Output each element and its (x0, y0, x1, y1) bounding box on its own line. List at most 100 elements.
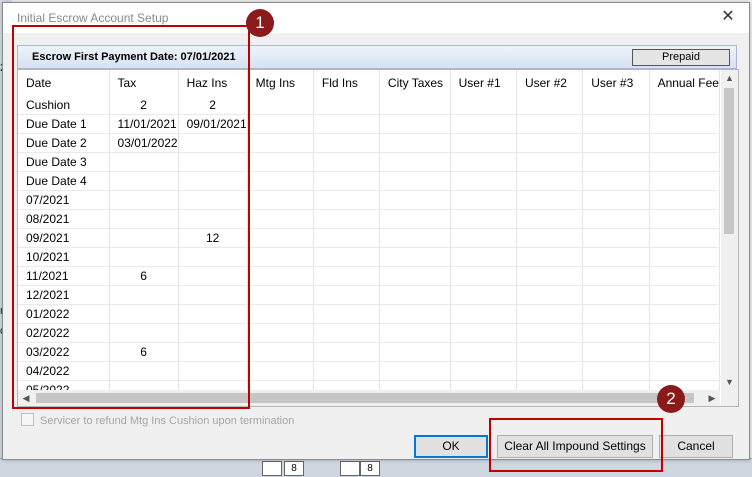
table-cell[interactable] (247, 190, 314, 210)
table-cell[interactable] (450, 190, 517, 210)
table-cell[interactable] (313, 247, 380, 267)
table-cell[interactable] (516, 228, 584, 248)
table-cell[interactable] (649, 114, 720, 134)
table-cell[interactable] (379, 228, 451, 248)
table-cell[interactable] (649, 228, 720, 248)
table-cell[interactable] (379, 171, 451, 191)
table-cell[interactable] (313, 209, 380, 229)
table-cell[interactable] (313, 171, 380, 191)
table-cell[interactable] (450, 247, 517, 267)
column-header[interactable]: User #1 (450, 70, 517, 96)
table-cell[interactable] (247, 96, 314, 115)
table-cell[interactable] (516, 266, 584, 286)
table-cell[interactable] (379, 96, 451, 115)
table-cell[interactable] (379, 304, 451, 324)
table-cell[interactable] (450, 133, 517, 153)
table-cell[interactable] (582, 266, 650, 286)
table-cell[interactable] (582, 380, 650, 390)
column-header[interactable]: Mtg Ins (247, 70, 314, 96)
table-cell[interactable] (313, 380, 380, 390)
table-cell[interactable] (649, 152, 720, 172)
table-cell[interactable] (379, 152, 451, 172)
table-cell[interactable] (379, 323, 451, 343)
table-cell[interactable] (516, 209, 584, 229)
table-cell[interactable] (649, 323, 720, 343)
table-cell[interactable] (582, 228, 650, 248)
table-cell[interactable] (379, 380, 451, 390)
table-cell[interactable] (247, 228, 314, 248)
table-cell[interactable] (649, 247, 720, 267)
table-cell[interactable] (649, 171, 720, 191)
table-cell[interactable] (313, 190, 380, 210)
table-cell[interactable] (450, 361, 517, 381)
column-header[interactable]: City Taxes (379, 70, 451, 96)
table-cell[interactable] (582, 96, 650, 115)
background-dropdown[interactable]: 8 (284, 461, 304, 476)
table-cell[interactable] (450, 96, 517, 115)
table-cell[interactable] (247, 361, 314, 381)
table-cell[interactable] (582, 342, 650, 362)
refund-cushion-checkbox[interactable] (21, 413, 34, 426)
table-cell[interactable] (313, 304, 380, 324)
table-cell[interactable] (450, 323, 517, 343)
table-cell[interactable] (313, 285, 380, 305)
table-cell[interactable] (582, 323, 650, 343)
table-cell[interactable] (516, 152, 584, 172)
vertical-scrollbar[interactable]: ▲ ▼ (721, 70, 738, 390)
scroll-up-icon[interactable]: ▲ (721, 70, 738, 86)
table-cell[interactable] (582, 209, 650, 229)
table-cell[interactable] (450, 266, 517, 286)
table-cell[interactable] (379, 114, 451, 134)
table-cell[interactable] (450, 228, 517, 248)
table-cell[interactable] (582, 304, 650, 324)
table-cell[interactable] (247, 114, 314, 134)
background-dropdown[interactable]: 8 (360, 461, 380, 476)
column-header[interactable]: User #2 (516, 70, 584, 96)
column-header[interactable]: Annual Fee (649, 70, 720, 96)
scroll-down-icon[interactable]: ▼ (721, 374, 738, 390)
table-cell[interactable] (516, 133, 584, 153)
table-cell[interactable] (649, 361, 720, 381)
table-cell[interactable] (649, 285, 720, 305)
table-cell[interactable] (313, 96, 380, 115)
table-cell[interactable] (582, 361, 650, 381)
table-cell[interactable] (516, 380, 584, 390)
table-cell[interactable] (313, 323, 380, 343)
table-cell[interactable] (516, 96, 584, 115)
table-cell[interactable] (582, 190, 650, 210)
table-cell[interactable] (379, 247, 451, 267)
table-cell[interactable] (379, 266, 451, 286)
table-cell[interactable] (450, 342, 517, 362)
prepaid-button[interactable]: Prepaid (632, 49, 730, 66)
table-cell[interactable] (313, 266, 380, 286)
column-header[interactable]: Fld Ins (313, 70, 380, 96)
table-cell[interactable] (450, 209, 517, 229)
table-cell[interactable] (649, 380, 720, 390)
table-cell[interactable] (247, 323, 314, 343)
table-cell[interactable] (247, 342, 314, 362)
column-header[interactable]: User #3 (582, 70, 650, 96)
table-cell[interactable] (450, 171, 517, 191)
table-cell[interactable] (649, 133, 720, 153)
table-cell[interactable] (379, 133, 451, 153)
table-cell[interactable] (649, 96, 720, 115)
table-cell[interactable] (450, 285, 517, 305)
table-cell[interactable] (313, 133, 380, 153)
table-cell[interactable] (516, 323, 584, 343)
table-cell[interactable] (247, 171, 314, 191)
scroll-right-icon[interactable]: ▶ (704, 390, 720, 406)
table-cell[interactable] (450, 114, 517, 134)
table-cell[interactable] (247, 247, 314, 267)
table-cell[interactable] (582, 285, 650, 305)
table-cell[interactable] (516, 285, 584, 305)
table-cell[interactable] (582, 247, 650, 267)
cancel-button[interactable]: Cancel (659, 435, 733, 458)
table-cell[interactable] (516, 304, 584, 324)
table-cell[interactable] (379, 209, 451, 229)
table-cell[interactable] (247, 133, 314, 153)
table-cell[interactable] (649, 190, 720, 210)
table-cell[interactable] (649, 266, 720, 286)
table-cell[interactable] (379, 190, 451, 210)
table-cell[interactable] (450, 304, 517, 324)
table-cell[interactable] (313, 114, 380, 134)
